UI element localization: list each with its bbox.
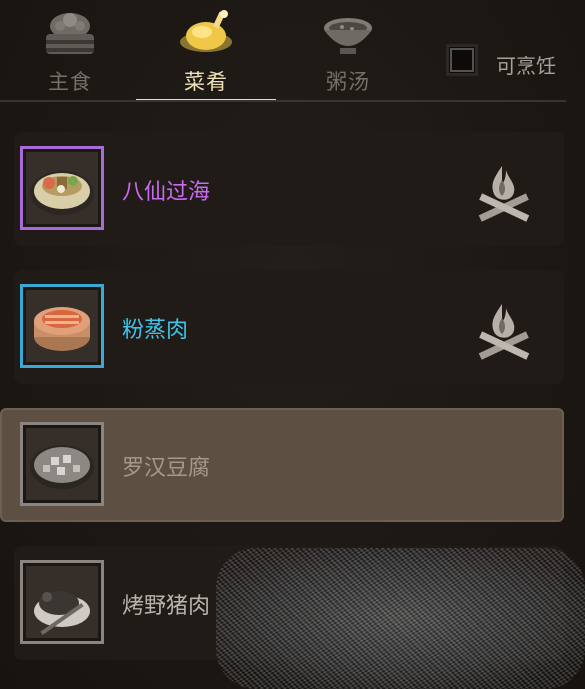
dish-icon-frame <box>20 560 104 644</box>
tab-label: 菜肴 <box>184 70 228 94</box>
bun-steamer-icon <box>46 13 94 54</box>
dish-row[interactable]: 粉蒸肉 <box>0 266 566 386</box>
tab-label: 粥汤 <box>326 70 370 94</box>
dish-icon-frame <box>20 284 104 368</box>
noise-overlay <box>216 548 585 689</box>
dish-name: 八仙过海 <box>122 180 211 205</box>
seafood-platter-icon <box>30 171 94 215</box>
campfire-icon <box>478 304 530 360</box>
dish-name: 罗汉豆腐 <box>122 456 211 481</box>
tab-dishes[interactable]: 菜肴 <box>136 0 276 102</box>
steamed-pork-icon <box>34 307 90 351</box>
dish-name: 粉蒸肉 <box>122 318 189 343</box>
dish-row[interactable]: 八仙过海 <box>0 128 566 248</box>
tofu-plate-icon <box>30 445 94 489</box>
checkbox-box[interactable] <box>446 44 478 76</box>
tab-soup[interactable]: 粥汤 <box>278 0 418 100</box>
roast-chicken-icon <box>180 10 232 52</box>
roast-boar-icon <box>34 591 90 635</box>
campfire-icon <box>478 166 530 222</box>
dish-icon-frame <box>20 146 104 230</box>
tab-divider <box>0 100 566 102</box>
tab-staple[interactable]: 主食 <box>0 0 140 100</box>
filter-label: 可烹饪 <box>496 54 556 78</box>
category-tabs: 主食 菜肴 粥汤 可烹饪 <box>0 0 585 104</box>
cookable-filter-checkbox[interactable]: 可烹饪 <box>446 44 576 84</box>
dish-name: 烤野猪肉 <box>122 594 211 619</box>
tab-label: 主食 <box>48 70 92 94</box>
dish-icon-frame <box>20 422 104 506</box>
dish-row-selected[interactable]: 罗汉豆腐 <box>0 404 566 524</box>
soup-bowl-icon <box>324 18 372 54</box>
cooking-menu: 主食 菜肴 粥汤 可烹饪 八仙过海 粉蒸肉 罗汉豆腐 烤野猪肉 <box>0 0 585 689</box>
